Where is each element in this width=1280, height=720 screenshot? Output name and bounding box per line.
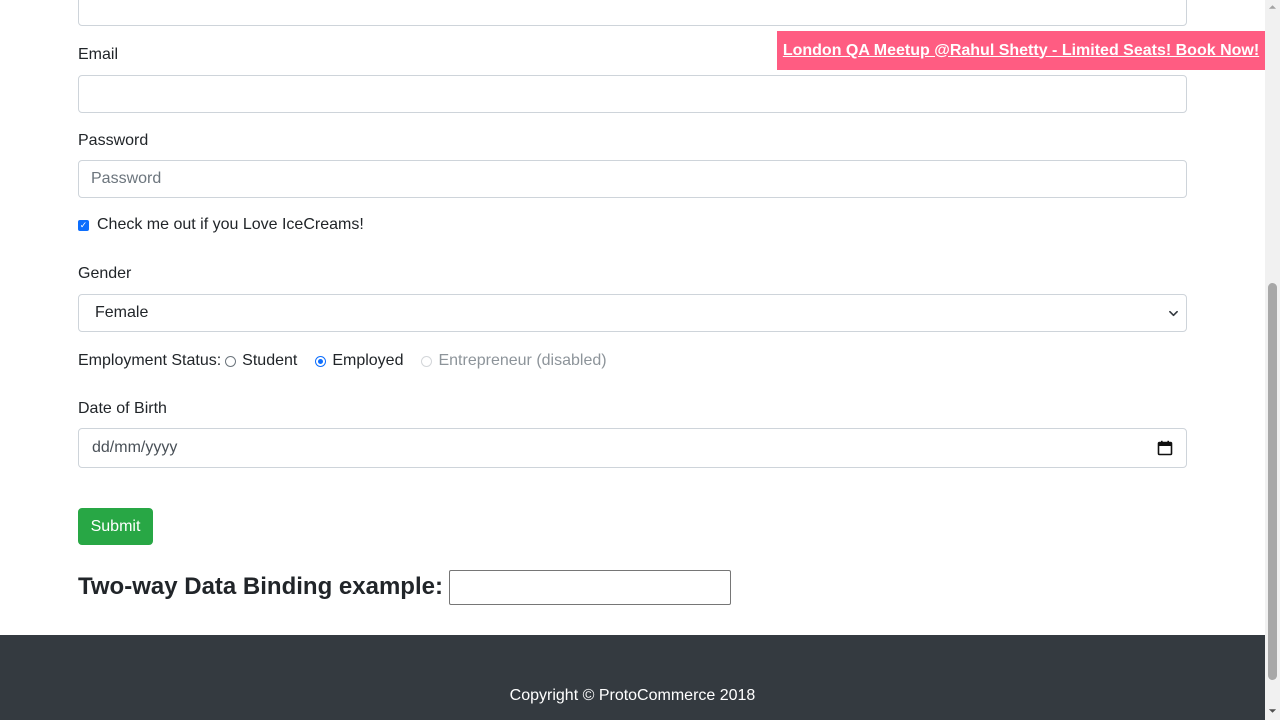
promo-banner: London QA Meetup @Rahul Shetty - Limited…	[777, 31, 1265, 70]
employed-radio-label: Employed	[332, 352, 404, 369]
email-input[interactable]	[78, 75, 1187, 113]
entrepreneur-radio	[421, 355, 433, 367]
gender-label: Gender	[78, 265, 132, 282]
employment-status-row: Employment Status: Student Employed Entr…	[78, 351, 625, 371]
footer-copyright: Copyright © ProtoCommerce 2018	[509, 687, 756, 704]
gender-selected-value: Female	[95, 304, 149, 321]
two-way-binding-title: Two-way Data Binding example:	[78, 573, 443, 600]
entrepreneur-radio-label: Entrepreneur (disabled)	[438, 352, 607, 369]
two-way-binding-row: Two-way Data Binding example:	[78, 569, 731, 605]
password-label: Password	[78, 132, 149, 149]
dob-input[interactable]: dd/mm/yyyy	[78, 428, 1187, 468]
two-way-binding-input[interactable]	[448, 569, 731, 605]
submit-button[interactable]: Submit	[78, 508, 153, 545]
gender-select[interactable]: Female	[78, 294, 1187, 332]
vertical-scrollbar[interactable]	[1265, 0, 1280, 720]
chevron-down-icon	[1169, 310, 1178, 316]
icecream-checkbox-row[interactable]: ✓ Check me out if you Love IceCreams!	[78, 216, 364, 234]
scroll-up-arrow-icon[interactable]	[1268, 3, 1277, 11]
employed-radio[interactable]	[315, 355, 327, 367]
scrollbar-thumb[interactable]	[1268, 283, 1277, 680]
checkmark-icon[interactable]: ✓	[78, 219, 89, 231]
calendar-icon[interactable]	[1157, 440, 1173, 456]
password-input[interactable]	[78, 160, 1187, 198]
student-radio-label: Student	[242, 352, 298, 369]
employment-status-label: Employment Status:	[78, 352, 222, 369]
dob-label: Date of Birth	[78, 400, 167, 417]
email-label: Email	[78, 46, 119, 63]
icecream-checkbox-label: Check me out if you Love IceCreams!	[97, 216, 364, 233]
dob-placeholder: dd/mm/yyyy	[92, 439, 178, 456]
name-input[interactable]	[78, 0, 1187, 26]
student-radio[interactable]	[225, 355, 237, 367]
footer	[0, 635, 1265, 720]
page: Email Password ✓ Check me out if you Lov…	[0, 0, 1265, 720]
scroll-down-arrow-icon[interactable]	[1268, 707, 1277, 715]
promo-link[interactable]: London QA Meetup @Rahul Shetty - Limited…	[783, 42, 1259, 60]
